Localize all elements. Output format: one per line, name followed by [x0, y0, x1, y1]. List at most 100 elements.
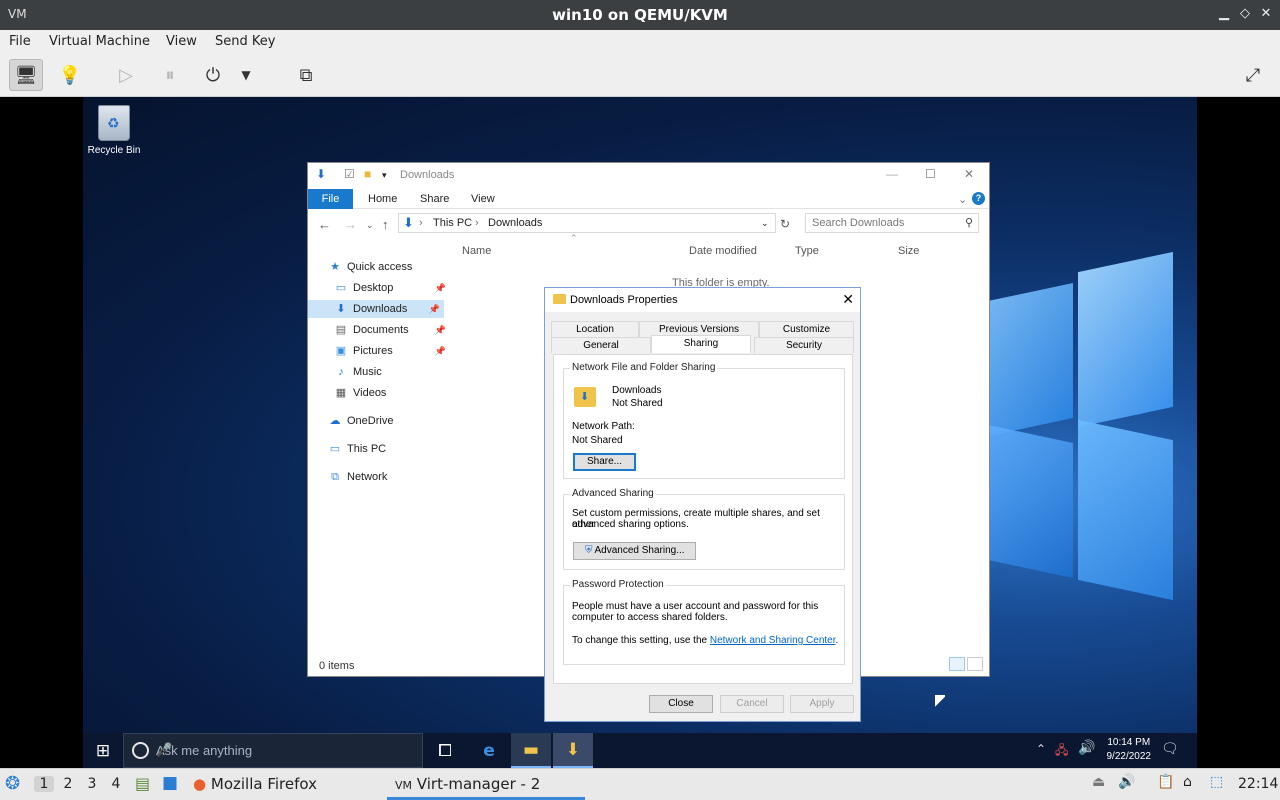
details-button[interactable]: 💡: [53, 59, 87, 91]
eject-icon[interactable]: ⏏: [1092, 774, 1105, 790]
network-disconnected-icon[interactable]: 🖧: [1055, 741, 1068, 762]
close-icon[interactable]: ✕: [964, 167, 974, 181]
volume-icon[interactable]: 🔊: [1118, 774, 1135, 790]
task-view-button[interactable]: ⧠: [425, 733, 465, 768]
tab-security[interactable]: Security: [754, 337, 854, 353]
nav-documents[interactable]: ▤ Documents 📌: [334, 321, 450, 339]
advanced-sharing-button[interactable]: ⛨ Advanced Sharing...: [573, 542, 696, 560]
updates-icon[interactable]: ⬚: [1210, 774, 1223, 790]
qat-dropdown-icon[interactable]: ▾: [382, 170, 387, 181]
cortana-search-box[interactable]: Ask me anything 🎤: [123, 733, 423, 768]
downloads-properties-task-button[interactable]: ⬇: [553, 733, 593, 768]
close-icon[interactable]: ✕: [842, 291, 854, 308]
taskbar-virt-manager[interactable]: VM Virt-manager - 2 wind...: [387, 769, 585, 800]
files-icon[interactable]: ■: [162, 773, 178, 793]
maximize-icon[interactable]: ◇: [1237, 6, 1253, 22]
nav-label: OneDrive: [347, 415, 394, 427]
run-button[interactable]: ▷: [109, 59, 143, 91]
network-sharing-center-link[interactable]: Network and Sharing Center: [710, 635, 836, 646]
folder-icon[interactable]: ■: [364, 167, 371, 181]
cancel-button[interactable]: Cancel: [720, 695, 784, 713]
address-bar[interactable]: ⬇ › This PC › Downloads ⌄: [398, 213, 776, 233]
host-clock[interactable]: 22:14: [1238, 776, 1278, 792]
download-icon: ⬇: [403, 215, 414, 230]
nav-quick-access[interactable]: ★ Quick access: [328, 258, 444, 276]
minimize-icon[interactable]: ▁: [1216, 6, 1232, 22]
back-icon[interactable]: ←: [318, 217, 331, 232]
breadcrumb-downloads[interactable]: Downloads: [488, 217, 542, 229]
workspace-2[interactable]: 2: [58, 776, 78, 792]
details-view-icon[interactable]: [949, 657, 965, 671]
column-name[interactable]: Name: [462, 245, 491, 257]
menu-virtual-machine[interactable]: Virtual Machine: [49, 34, 150, 49]
terminal-icon[interactable]: ▤: [135, 774, 150, 793]
help-icon[interactable]: ?: [972, 192, 985, 205]
column-size[interactable]: Size: [898, 245, 919, 257]
tab-location[interactable]: Location: [551, 321, 639, 337]
console-button[interactable]: 🖥: [9, 59, 43, 91]
windows-desktop[interactable]: Recycle Bin ⬇ ☑ ■ ▾ Downloads — ☐ ✕ File…: [83, 97, 1197, 768]
close-icon[interactable]: ✕: [1258, 6, 1274, 22]
menu-send-key[interactable]: Send Key: [215, 34, 275, 49]
close-button[interactable]: Close: [649, 695, 713, 713]
dialog-titlebar: Downloads Properties ✕: [545, 288, 860, 312]
refresh-icon[interactable]: ↻: [780, 217, 790, 231]
file-explorer-button[interactable]: ▬: [511, 733, 551, 768]
forward-icon[interactable]: →: [344, 217, 357, 232]
nav-pictures[interactable]: ▣ Pictures 📌: [334, 342, 450, 360]
recent-dropdown-icon[interactable]: ⌄: [366, 220, 374, 231]
nav-onedrive[interactable]: ☁ OneDrive: [328, 412, 444, 430]
ribbon-file-tab[interactable]: File: [308, 189, 353, 209]
pin-icon: 📌: [434, 283, 446, 293]
ribbon-share-tab[interactable]: Share: [420, 193, 449, 205]
recycle-bin[interactable]: Recycle Bin: [83, 105, 145, 156]
workspace-4[interactable]: 4: [106, 776, 126, 792]
tab-general[interactable]: General: [551, 337, 651, 353]
nav-network[interactable]: ⧉ Network: [328, 468, 444, 486]
menu-file[interactable]: File: [9, 34, 31, 49]
tab-customize[interactable]: Customize: [759, 321, 854, 337]
shutdown-menu-button[interactable]: ▼: [235, 59, 257, 91]
clipboard-icon[interactable]: 📋: [1157, 774, 1174, 790]
minimize-icon[interactable]: —: [886, 167, 898, 181]
app-launcher-icon[interactable]: ❂: [5, 773, 20, 794]
properties-icon[interactable]: ☑: [344, 167, 355, 181]
nav-music[interactable]: ♪ Music: [334, 363, 450, 381]
nav-downloads[interactable]: ⬇ Downloads 📌: [308, 300, 444, 318]
ribbon-expand-icon[interactable]: ⌄: [958, 193, 967, 206]
column-date-modified[interactable]: Date modified: [689, 245, 757, 257]
vm-display[interactable]: Recycle Bin ⬇ ☑ ■ ▾ Downloads — ☐ ✕ File…: [0, 97, 1280, 768]
ribbon-home-tab[interactable]: Home: [368, 193, 397, 205]
ribbon-view-tab[interactable]: View: [471, 193, 495, 205]
address-dropdown-icon[interactable]: ⌄: [761, 218, 769, 229]
action-center-icon[interactable]: 🗨: [1161, 741, 1179, 757]
pause-icon: ⏸: [165, 64, 175, 86]
tray-overflow-icon[interactable]: ⌃: [1036, 742, 1046, 756]
volume-icon[interactable]: 🔊: [1078, 740, 1095, 756]
apply-button[interactable]: Apply: [790, 695, 854, 713]
taskbar-firefox[interactable]: ● Mozilla Firefox: [193, 769, 317, 800]
display-icon[interactable]: ⌂: [1183, 774, 1192, 790]
start-button[interactable]: ⊞: [83, 733, 123, 768]
search-input[interactable]: Search Downloads ⚲: [805, 213, 979, 233]
maximize-icon[interactable]: ☐: [925, 167, 936, 181]
nav-videos[interactable]: ▦ Videos: [334, 384, 450, 402]
guest-clock[interactable]: 10:14 PM 9/22/2022: [1107, 736, 1152, 764]
workspace-1[interactable]: 1: [34, 776, 54, 792]
share-button[interactable]: Share...: [573, 453, 636, 471]
tab-sharing[interactable]: Sharing: [651, 335, 751, 353]
microphone-icon[interactable]: 🎤: [156, 742, 414, 758]
breadcrumb-this-pc[interactable]: This PC: [433, 217, 472, 229]
column-type[interactable]: Type: [795, 245, 819, 257]
nav-this-pc[interactable]: ▭ This PC: [328, 440, 444, 458]
pause-button[interactable]: ⏸: [153, 59, 187, 91]
workspace-3[interactable]: 3: [82, 776, 102, 792]
nav-desktop[interactable]: ▭ Desktop 📌: [334, 279, 450, 297]
up-icon[interactable]: ↑: [382, 217, 389, 232]
edge-button[interactable]: e: [469, 733, 509, 768]
shutdown-button[interactable]: ⏻: [196, 59, 230, 91]
menu-view[interactable]: View: [166, 34, 197, 49]
large-icons-view-icon[interactable]: [967, 657, 983, 671]
snapshots-button[interactable]: ⧉: [289, 59, 323, 91]
fullscreen-button[interactable]: ⤢: [1236, 59, 1270, 91]
